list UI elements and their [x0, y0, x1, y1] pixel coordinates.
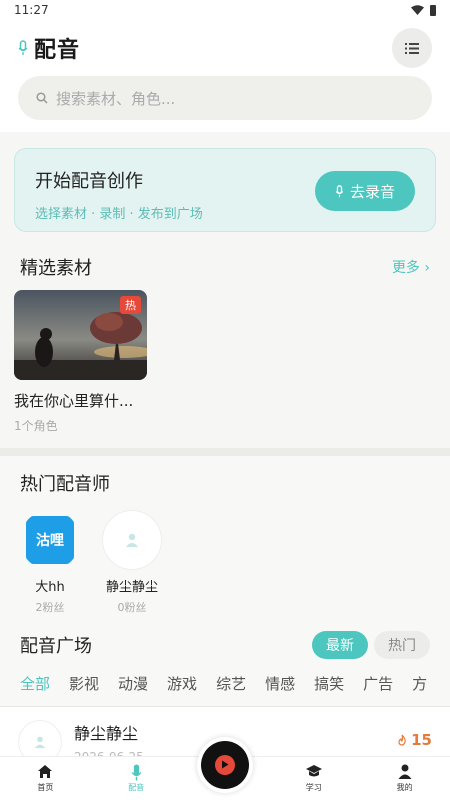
artist-fans: 2粉丝: [35, 601, 65, 614]
tab-game[interactable]: 游戏: [167, 673, 197, 706]
hot-badge: 热: [120, 296, 141, 314]
nav-home-label: 首页: [37, 783, 54, 792]
search-input[interactable]: 搜索素材、角色...: [18, 76, 432, 120]
artists-title: 热门配音师: [20, 474, 110, 495]
user-placeholder-icon: [34, 736, 46, 749]
material-meta: 1个角色: [14, 419, 58, 433]
tab-more-partial[interactable]: 方: [412, 673, 427, 706]
mic-icon: [335, 184, 344, 197]
status-icons: [411, 4, 436, 16]
home-icon: [38, 765, 53, 778]
play-icon: [214, 754, 235, 775]
tab-emotion[interactable]: 情感: [265, 673, 295, 706]
user-placeholder-icon: [126, 533, 138, 547]
go-record-label: 去录音: [349, 182, 395, 201]
feed-author: 静尘静尘: [74, 724, 139, 743]
avatar: [102, 510, 162, 570]
nav-learn-label: 学习: [305, 783, 322, 792]
graduation-cap-icon: [305, 765, 322, 777]
artist-fans: 0粉丝: [117, 601, 147, 614]
search-icon: [36, 92, 48, 104]
bottom-nav: 首页 配音 学习 我的: [0, 736, 450, 800]
material-thumbnail: 热: [14, 290, 147, 380]
mic-icon: [18, 40, 28, 55]
artists-header: 热门配音师: [0, 456, 450, 496]
material-card[interactable]: 热 我在你心里算什... 1个角色: [14, 290, 147, 434]
page-title: 配音: [34, 38, 81, 63]
status-time: 11:27: [14, 3, 49, 17]
promo-card: 开始配音创作 选择素材 · 录制 · 发布到广场 去录音: [14, 148, 436, 232]
search-placeholder: 搜索素材、角色...: [56, 89, 176, 108]
artist-name: 大hh: [35, 580, 65, 595]
plaza-title: 配音广场: [20, 636, 92, 657]
feed-likes[interactable]: 15: [397, 731, 432, 749]
tab-all[interactable]: 全部: [20, 673, 50, 706]
featured-header: 精选素材 更多 ›: [0, 254, 450, 280]
app-header: 配音: [0, 20, 450, 76]
menu-button[interactable]: [392, 28, 432, 68]
material-title: 我在你心里算什...: [14, 392, 134, 410]
category-tabs: 全部 影视 动漫 游戏 综艺 情感 搞笑 广告 方: [0, 673, 450, 707]
user-icon: [398, 764, 412, 779]
nav-home[interactable]: 首页: [15, 764, 75, 793]
plaza-header: 配音广场 最新 热门: [0, 631, 450, 659]
mic-icon: [131, 764, 142, 781]
nav-dubbing-label: 配音: [128, 783, 145, 792]
likes-count: 15: [411, 731, 432, 749]
tab-film[interactable]: 影视: [69, 673, 99, 706]
nav-profile-label: 我的: [396, 783, 413, 792]
filter-hot[interactable]: 热门: [374, 631, 430, 659]
featured-title: 精选素材: [20, 258, 92, 279]
tab-funny[interactable]: 搞笑: [314, 673, 344, 706]
nav-profile[interactable]: 我的: [375, 764, 435, 793]
artists-section: 热门配音师 沽哩 大hh 2粉丝 静尘静尘 0粉丝 配音广场 最新 热门 全部: [0, 456, 450, 707]
featured-list: 热 我在你心里算什... 1个角色: [0, 290, 450, 434]
list-icon: [405, 42, 419, 54]
tab-variety[interactable]: 综艺: [216, 673, 246, 706]
plaza-filters: 最新 热门: [312, 631, 430, 659]
record-player-button[interactable]: [196, 736, 253, 793]
filter-latest[interactable]: 最新: [312, 631, 368, 659]
search-area: 搜索素材、角色...: [0, 76, 450, 132]
more-label: 更多: [391, 260, 420, 276]
artist-list: 沽哩 大hh 2粉丝 静尘静尘 0粉丝: [0, 510, 450, 615]
section-divider: [0, 448, 450, 456]
tab-anime[interactable]: 动漫: [118, 673, 148, 706]
vinyl-record-icon: [200, 740, 249, 789]
go-record-button[interactable]: 去录音: [315, 171, 415, 211]
wifi-icon: [411, 5, 424, 15]
status-bar: 11:27: [0, 0, 450, 20]
flame-icon: [398, 734, 406, 746]
chevron-right-icon: ›: [424, 260, 430, 276]
tab-ads[interactable]: 广告: [363, 673, 393, 706]
avatar: 沽哩: [20, 510, 80, 570]
nav-learn[interactable]: 学习: [284, 764, 344, 793]
artist-item[interactable]: 静尘静尘 0粉丝: [102, 510, 162, 615]
nav-dubbing[interactable]: 配音: [106, 764, 166, 793]
artist-name: 静尘静尘: [105, 580, 158, 595]
battery-icon: [430, 4, 436, 16]
artist-item[interactable]: 沽哩 大hh 2粉丝: [20, 510, 80, 615]
featured-more-link[interactable]: 更多 ›: [392, 257, 430, 277]
avatar-text: 沽哩: [36, 533, 64, 549]
